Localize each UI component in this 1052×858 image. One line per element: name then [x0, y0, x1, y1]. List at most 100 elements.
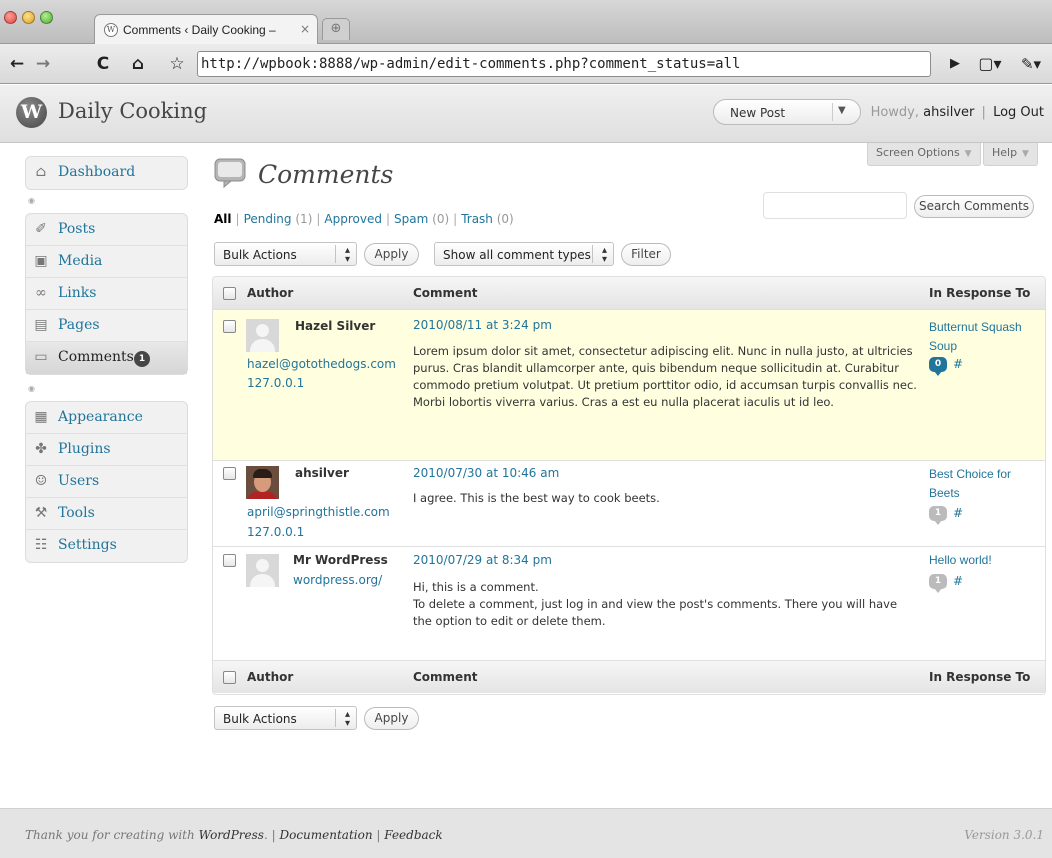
minimize-window-button[interactable]: [22, 11, 35, 24]
sidebar-item-comments[interactable]: ▭ Comments 1: [26, 342, 187, 374]
response-post-link[interactable]: Butternut Squash Soup: [929, 318, 1035, 356]
row-checkbox[interactable]: [223, 320, 236, 333]
column-in-response-to[interactable]: In Response To: [929, 286, 1030, 300]
home-icon[interactable]: ⌂: [127, 52, 149, 76]
post-permalink[interactable]: #: [953, 574, 963, 588]
sidebar-item-pages[interactable]: ▤ Pages: [26, 310, 187, 342]
bulk-actions-select-bottom[interactable]: Bulk Actions ▴ ▾: [214, 706, 357, 730]
comment-date-link[interactable]: 2010/07/29 at 8:34 pm: [413, 553, 552, 567]
screen-options-button[interactable]: Screen Options ▼: [867, 143, 981, 166]
filter-pending[interactable]: Pending: [244, 212, 292, 226]
row-checkbox[interactable]: [223, 554, 236, 567]
chevron-down-icon[interactable]: ▼: [838, 105, 846, 116]
page-menu-icon[interactable]: ▢▾: [976, 52, 1004, 76]
sidebar-item-posts[interactable]: ✐ Posts: [26, 214, 187, 246]
sidebar-item-dashboard[interactable]: ⌂ Dashboard: [26, 157, 187, 189]
sidebar-item-links[interactable]: ∞ Links: [26, 278, 187, 310]
site-title[interactable]: Daily Cooking: [58, 99, 207, 123]
post-permalink[interactable]: #: [953, 357, 963, 371]
bulk-actions-select-top[interactable]: Bulk Actions ▴ ▾: [214, 242, 357, 266]
filter-button[interactable]: Filter: [621, 243, 671, 266]
apply-button-bottom[interactable]: Apply: [364, 707, 419, 730]
sidebar-item-label: Comments: [58, 349, 134, 365]
address-bar[interactable]: http://wpbook:8888/wp-admin/edit-comment…: [197, 51, 931, 77]
comment-count-bubble-icon[interactable]: 1: [929, 506, 947, 525]
column-author[interactable]: Author: [247, 286, 293, 300]
filter-trash[interactable]: Trash: [461, 212, 493, 226]
column-author[interactable]: Author: [247, 670, 293, 684]
table-row: Mr WordPress wordpress.org/ 2010/07/29 a…: [213, 547, 1045, 660]
column-comment: Comment: [413, 286, 478, 300]
author-ip-link[interactable]: 127.0.0.1: [247, 525, 304, 539]
documentation-link[interactable]: Documentation: [279, 828, 372, 842]
sidebar-item-tools[interactable]: ⚒ Tools: [26, 498, 187, 530]
help-button[interactable]: Help ▼: [983, 143, 1038, 166]
sidebar-item-users[interactable]: ☺ Users: [26, 466, 187, 498]
feedback-link[interactable]: Feedback: [384, 828, 442, 842]
table-footer: Author Comment In Response To: [213, 660, 1045, 693]
comment-count-bubble-icon[interactable]: 0: [929, 357, 947, 376]
select-all-checkbox-bottom[interactable]: [223, 671, 236, 684]
sidebar-item-appearance[interactable]: ▦ Appearance: [26, 402, 187, 434]
bulk-actions-label: Bulk Actions: [223, 248, 297, 262]
user-greeting: Howdy, ahsilver | Log Out: [871, 105, 1044, 120]
wordpress-logo-icon: W: [16, 97, 47, 128]
post-permalink[interactable]: #: [953, 506, 963, 520]
select-all-checkbox[interactable]: [223, 287, 236, 300]
row-checkbox[interactable]: [223, 467, 236, 480]
comment-text: Lorem ipsum dolor sit amet, consectetur …: [413, 344, 917, 409]
forward-arrow-icon[interactable]: →: [32, 52, 54, 76]
separator: |: [376, 828, 381, 842]
comment-count-bubble-icon[interactable]: 1: [929, 574, 947, 593]
plus-icon: ⊕: [330, 21, 342, 36]
chevron-down-icon: ▼: [961, 149, 972, 159]
screen-options-label: Screen Options: [876, 146, 960, 159]
response-post-link[interactable]: Hello world!: [929, 551, 1035, 570]
sidebar-item-label: Posts: [58, 221, 96, 237]
comment-bubble-icon: ▭: [34, 349, 48, 365]
comment-date-link[interactable]: 2010/08/11 at 3:24 pm: [413, 318, 552, 332]
filter-approved[interactable]: Approved: [324, 212, 382, 226]
pages-icon: ▤: [34, 317, 48, 333]
tab-close-icon[interactable]: ×: [300, 22, 310, 36]
zoom-window-button[interactable]: [40, 11, 53, 24]
comment-date-link[interactable]: 2010/07/30 at 10:46 am: [413, 466, 559, 480]
wrench-menu-icon[interactable]: ✎▾: [1014, 52, 1048, 76]
column-in-response-to[interactable]: In Response To: [929, 670, 1030, 684]
page-title: Comments: [258, 160, 394, 189]
bookmark-star-icon[interactable]: ☆: [166, 52, 188, 76]
sidebar-item-label: Tools: [58, 505, 95, 521]
comment-author-name: Mr WordPress: [293, 553, 388, 567]
help-label: Help: [992, 146, 1018, 159]
apply-button-top[interactable]: Apply: [364, 243, 419, 266]
footer-thanks-text: Thank you for creating with: [25, 828, 195, 842]
sidebar-item-media[interactable]: ▣ Media: [26, 246, 187, 278]
users-icon: ☺: [34, 473, 48, 489]
settings-icon: ☷: [34, 537, 48, 553]
author-email-link[interactable]: april@springthistle.com: [247, 505, 390, 519]
author-url-link[interactable]: wordpress.org/: [293, 573, 382, 587]
filter-spam[interactable]: Spam: [394, 212, 428, 226]
new-post-favorite-action[interactable]: New Post ▼: [713, 99, 861, 125]
wordpress-link[interactable]: WordPress: [199, 828, 264, 842]
filter-all[interactable]: All: [214, 212, 232, 226]
back-arrow-icon[interactable]: ←: [6, 52, 28, 76]
play-icon[interactable]: ▶: [944, 52, 966, 76]
browser-tab-bar: W Comments ‹ Daily Cooking – × ⊕: [0, 0, 1052, 44]
browser-tab[interactable]: W Comments ‹ Daily Cooking – ×: [94, 14, 318, 44]
response-post-link[interactable]: Best Choice for Beets: [929, 465, 1035, 503]
reload-icon[interactable]: C: [92, 52, 114, 76]
author-ip-link[interactable]: 127.0.0.1: [247, 376, 304, 390]
search-comments-button[interactable]: Search Comments: [914, 195, 1034, 218]
new-post-label[interactable]: New Post: [730, 106, 785, 120]
logout-link[interactable]: Log Out: [993, 105, 1044, 120]
dropdown-divider: [832, 103, 833, 121]
sidebar-item-settings[interactable]: ☷ Settings: [26, 530, 187, 562]
new-tab-button[interactable]: ⊕: [322, 18, 350, 40]
author-email-link[interactable]: hazel@gotothedogs.com: [247, 357, 396, 371]
close-window-button[interactable]: [4, 11, 17, 24]
sidebar-item-plugins[interactable]: ✤ Plugins: [26, 434, 187, 466]
search-comments-input[interactable]: [763, 192, 907, 219]
username-link[interactable]: ahsilver: [923, 105, 974, 120]
comment-type-select[interactable]: Show all comment types ▴ ▾: [434, 242, 614, 266]
